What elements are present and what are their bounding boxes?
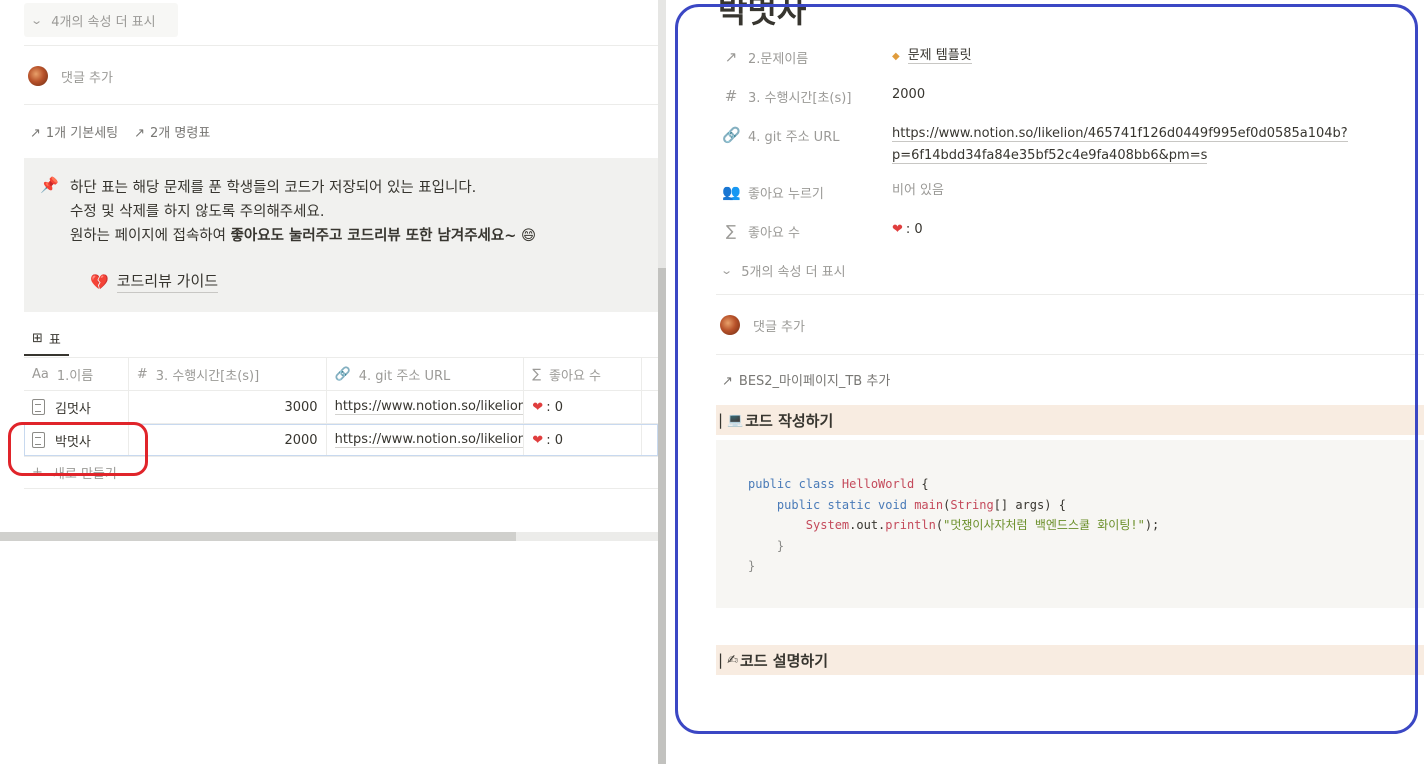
row-url-cell[interactable]: https://www.notion.so/likelion/	[327, 391, 525, 423]
link-icon: 🔗	[722, 126, 741, 144]
row-url-cell[interactable]: https://www.notion.so/likelion/	[327, 424, 525, 456]
heart-icon: ❤	[532, 432, 544, 448]
divider	[716, 354, 1424, 355]
number-property-icon: #	[136, 366, 148, 382]
property-execution-time[interactable]: #3. 수행시간[초(s)] 2000	[722, 84, 925, 108]
diamond-icon: ◆	[892, 51, 900, 62]
red-annotation-outline	[8, 422, 148, 476]
writing-hand-icon: ✍	[727, 652, 738, 668]
relation-link-command-table[interactable]: ↗ 2개 명령표	[134, 122, 210, 141]
table-icon: ⊞	[32, 330, 43, 346]
add-relation-button[interactable]: ↗ BES2_마이페이지_TB 추가	[722, 370, 890, 389]
computer-icon: 💻	[727, 412, 744, 428]
relation-arrow-icon: ↗	[724, 48, 738, 66]
people-icon: 👥	[722, 183, 741, 201]
show-more-properties-button[interactable]: ⌄ 5개의 속성 더 표시	[720, 258, 845, 282]
heading-explain-code[interactable]: | ✍ 코드 설명하기	[716, 645, 1424, 675]
relation-link-basic-setting[interactable]: ↗ 1개 기본세팅	[30, 122, 118, 141]
link-icon: 🔗	[334, 366, 351, 382]
show-more-properties-button[interactable]: ⌄ 4개의 속성 더 표시	[24, 3, 178, 37]
avatar	[28, 66, 48, 86]
broken-heart-link-icon: 💔	[90, 272, 109, 291]
arrow-up-right-icon: ↗	[30, 126, 41, 141]
row-likes-cell[interactable]: ❤: 0	[524, 391, 642, 423]
add-comment-row[interactable]: 댓글 추가	[28, 66, 113, 86]
page-icon	[32, 399, 45, 415]
comment-placeholder: 댓글 추가	[61, 70, 113, 86]
sigma-icon: ∑	[532, 366, 542, 382]
vertical-scrollbar-thumb[interactable]	[658, 268, 666, 764]
code-block[interactable]: public class HelloWorld { public static …	[716, 440, 1424, 608]
property-git-url[interactable]: 🔗 4. git 주소 URL https://www.notion.so/lik…	[722, 123, 1348, 164]
number-property-icon: #	[724, 87, 738, 105]
add-comment-row[interactable]: 댓글 추가	[720, 315, 805, 335]
callout-text: 하단 표는 해당 문제를 푼 학생들의 코드가 저장되어 있는 표입니다. 수정…	[70, 180, 537, 244]
divider	[24, 104, 658, 105]
tab-table-view[interactable]: ⊞ 표	[24, 322, 69, 356]
divider	[24, 45, 658, 46]
code-review-guide-link[interactable]: 💔 코드리뷰 가이드	[90, 270, 219, 293]
chevron-down-icon: ⌄	[30, 13, 44, 27]
row-extra-cell	[642, 424, 658, 456]
view-tabs: ⊞ 표	[24, 322, 69, 356]
text-property-icon: Aa	[32, 366, 49, 382]
relation-links: ↗ 1개 기본세팅 ↗ 2개 명령표	[30, 122, 210, 141]
callout-block: 📌 하단 표는 해당 문제를 푼 학생들의 코드가 저장되어 있는 표입니다. …	[24, 158, 658, 312]
heart-icon: ❤	[892, 222, 903, 237]
sigma-icon: ∑	[725, 222, 737, 240]
problem-template-link[interactable]: 문제 템플릿	[907, 48, 972, 64]
column-header-time[interactable]: #3. 수행시간[초(s)]	[129, 358, 327, 390]
page-title[interactable]: 박멋사	[718, 0, 806, 32]
grinning-face-icon: 😄	[521, 228, 537, 244]
table-header-row: Aa 1.이름 #3. 수행시간[초(s)] 🔗 4. git 주소 URL ∑ 좋아…	[24, 358, 658, 391]
heading-write-code[interactable]: | 💻 코드 작성하기	[716, 405, 1424, 435]
property-like-press[interactable]: 👥 좋아요 누르기 비어 있음	[722, 180, 944, 204]
avatar	[720, 315, 740, 335]
row-name-cell[interactable]: 김멋사	[24, 391, 129, 423]
row-likes-cell[interactable]: ❤: 0	[524, 424, 642, 456]
git-url-link[interactable]: https://www.notion.so/likelion/465741f12…	[892, 126, 1348, 142]
show-more-label: 4개의 속성 더 표시	[51, 14, 156, 30]
horizontal-scrollbar-thumb[interactable]	[0, 532, 516, 541]
property-like-count[interactable]: ∑ 좋아요 수 ❤: 0	[722, 219, 923, 243]
column-header-likes[interactable]: ∑ 좋아요 수	[524, 358, 642, 390]
row-extra-cell	[642, 391, 658, 423]
column-header-name[interactable]: Aa 1.이름	[24, 358, 129, 390]
chevron-down-icon: ⌄	[720, 263, 734, 277]
column-header-extra	[642, 358, 658, 390]
row-time-cell[interactable]: 2000	[129, 424, 327, 456]
property-problem-name[interactable]: ↗ 2.문제이름 ◆ 문제 템플릿	[722, 45, 972, 69]
table-row[interactable]: 김멋사 3000 https://www.notion.so/likelion/…	[24, 391, 658, 424]
arrow-up-right-icon: ↗	[722, 374, 733, 389]
column-header-git-url[interactable]: 🔗 4. git 주소 URL	[327, 358, 525, 390]
right-pane: 박멋사 ↗ 2.문제이름 ◆ 문제 템플릿 #3. 수행시간[초(s)] 2000 …	[666, 0, 1424, 764]
pushpin-icon: 📌	[40, 176, 59, 194]
row-time-cell[interactable]: 3000	[129, 391, 327, 423]
heart-icon: ❤	[532, 399, 544, 415]
left-pane: ⌄ 4개의 속성 더 표시 댓글 추가 ↗ 1개 기본세팅 ↗ 2개 명령표 📌 하…	[0, 0, 658, 764]
git-url-link-cont[interactable]: p=6f14bdd34fa84e35bf52c4e9fa408bb6&pm=s	[892, 148, 1208, 164]
arrow-up-right-icon: ↗	[134, 126, 146, 141]
divider	[716, 294, 1424, 295]
